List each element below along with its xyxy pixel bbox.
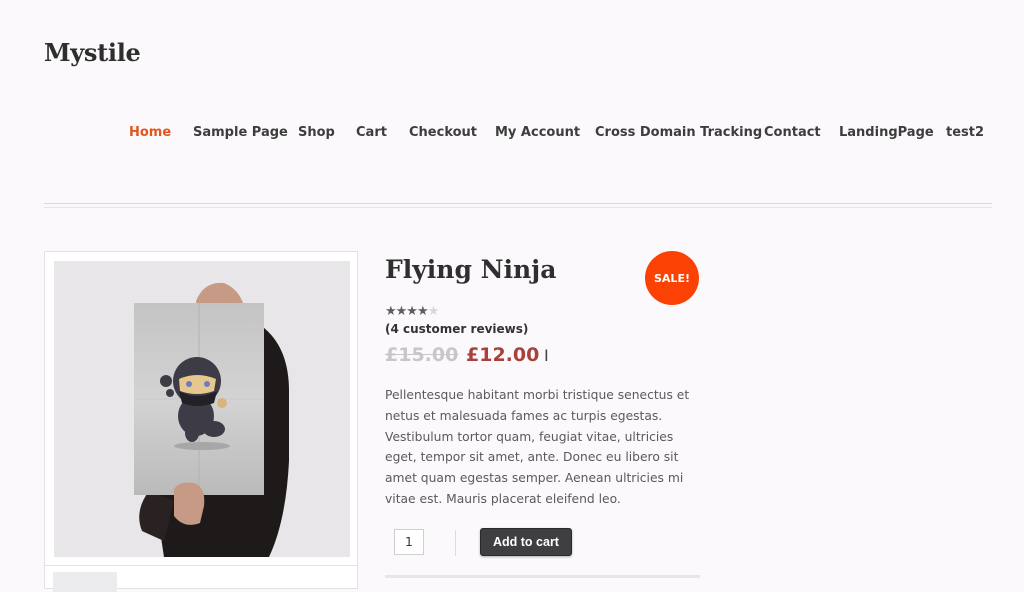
nav-shop[interactable]: Shop [298, 125, 335, 140]
nav-cross-domain-tracking[interactable]: Cross Domain Tracking [595, 125, 762, 140]
header-divider [44, 203, 992, 208]
product-thumbnail[interactable] [53, 572, 117, 592]
ninja-poster-illustration [134, 282, 289, 557]
star-filled-icons: ★★★★ [385, 304, 429, 319]
product-gallery [44, 251, 358, 592]
nav-landing-page[interactable]: LandingPage [839, 125, 934, 140]
site-logo[interactable]: Mystile [44, 38, 141, 67]
nav-sample-page[interactable]: Sample Page [193, 125, 288, 140]
price-sale: £12.00 [466, 344, 540, 366]
nav-home[interactable]: Home [129, 125, 171, 140]
customer-reviews-link[interactable]: (4 customer reviews) [385, 322, 528, 336]
price-original: £15.00 [385, 344, 459, 366]
sale-badge: SALE! [645, 251, 699, 305]
star-rating[interactable]: ★★★★★ [385, 304, 440, 319]
product-main-image[interactable] [54, 261, 350, 557]
star-empty-icon: ★ [427, 304, 440, 319]
text-cursor-icon: I [544, 346, 549, 365]
quantity-separator [455, 530, 456, 556]
gallery-divider [45, 565, 357, 566]
nav-my-account[interactable]: My Account [495, 125, 580, 140]
add-to-cart-button[interactable]: Add to cart [480, 528, 572, 556]
quantity-input[interactable]: 1 [394, 529, 424, 555]
product-description: Pellentesque habitant morbi tristique se… [385, 388, 690, 506]
nav-test2[interactable]: test2 [946, 125, 984, 140]
nav-checkout[interactable]: Checkout [409, 125, 477, 140]
nav-contact[interactable]: Contact [764, 125, 821, 140]
summary-divider [385, 575, 700, 578]
product-title: Flying Ninja [385, 255, 557, 284]
nav-cart[interactable]: Cart [356, 125, 387, 140]
